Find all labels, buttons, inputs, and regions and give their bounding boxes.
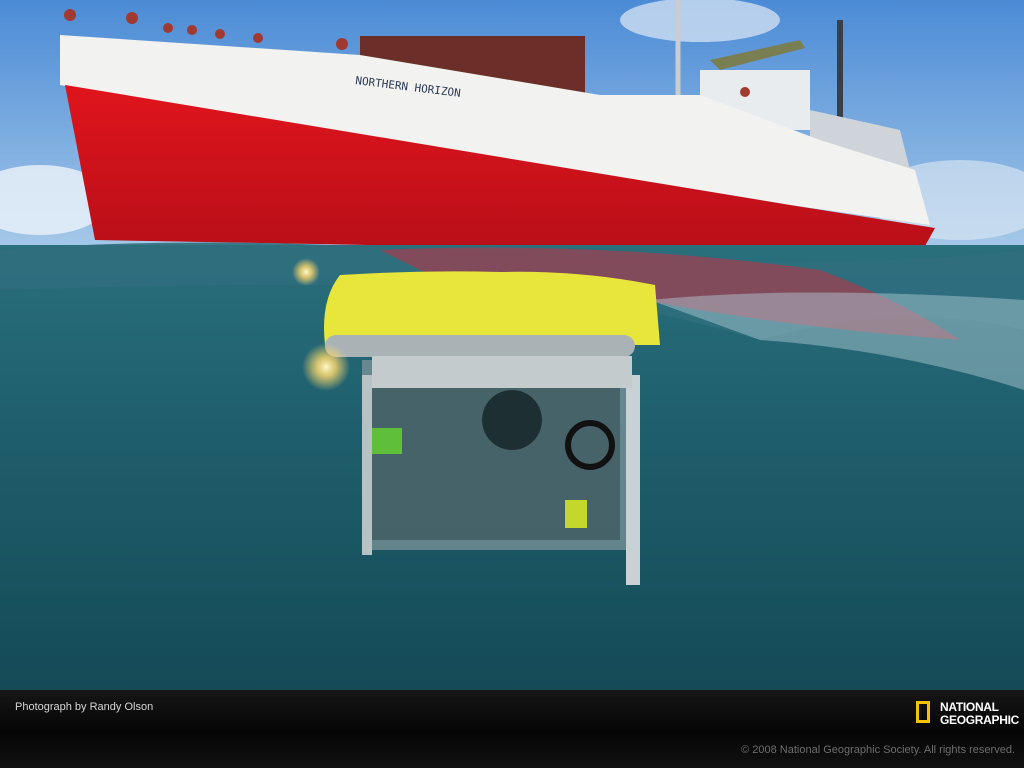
photograph: NORTHERN HORIZON xyxy=(0,0,1024,690)
caption-bar: Photograph by Randy Olson NATIONAL GEOGR… xyxy=(0,690,1024,768)
photo-credit: Photograph by Randy Olson xyxy=(15,701,154,713)
rov-vehicle xyxy=(324,271,660,585)
yellow-frame-icon xyxy=(916,701,930,723)
national-geographic-logo: NATIONAL GEOGRAPHIC xyxy=(914,699,1024,731)
cloud xyxy=(620,0,780,42)
rov-light-reflection xyxy=(292,258,320,286)
logo-text-line2: GEOGRAPHIC xyxy=(940,713,1020,727)
photo-scene: NORTHERN HORIZON xyxy=(0,0,1024,690)
rov-light xyxy=(302,343,350,391)
copyright-notice: © 2008 National Geographic Society. All … xyxy=(741,744,1015,756)
